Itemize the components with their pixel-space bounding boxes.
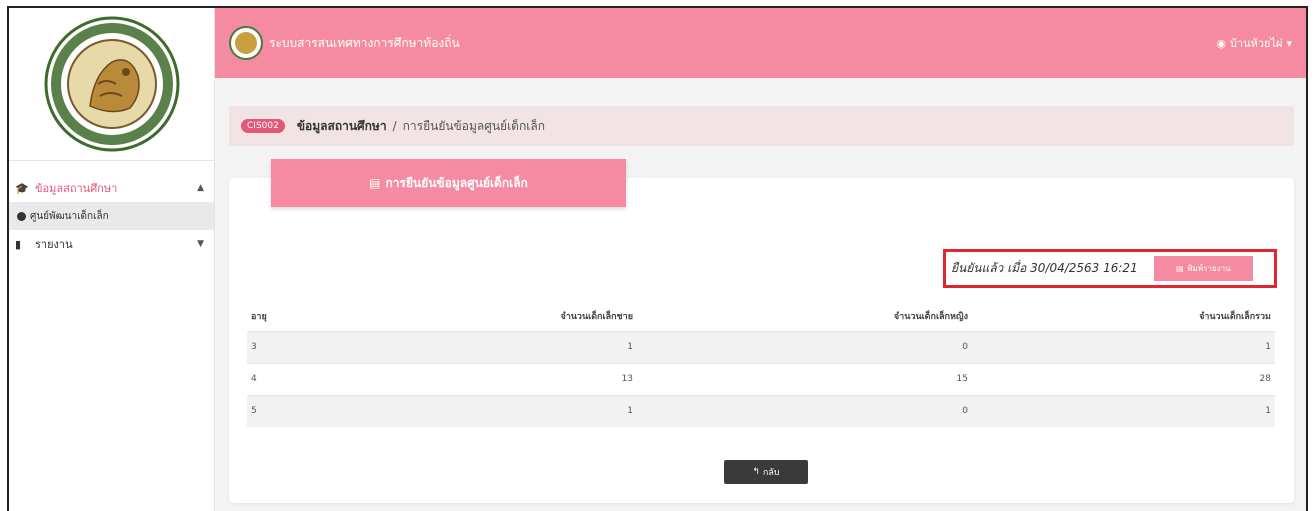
breadcrumb-current: การยืนยันข้อมูลศูนย์เด็กเล็ก xyxy=(402,118,545,133)
logo-area xyxy=(9,8,214,161)
cell-girls: 15 xyxy=(637,362,972,395)
breadcrumb-separator: / xyxy=(392,119,397,133)
confirm-card: ▤ การยืนยันข้อมูลศูนย์เด็กเล็ก ยืนยันแล้… xyxy=(229,159,1294,503)
table-row: 3 1 0 1 xyxy=(247,330,1275,363)
cell-total: 28 xyxy=(972,362,1275,395)
cell-boys: 1 xyxy=(447,330,637,363)
file-icon: ▮ xyxy=(15,237,22,251)
document-icon: ▤ xyxy=(369,176,381,190)
cell-girls: 0 xyxy=(637,394,972,427)
back-button-label: กลับ xyxy=(762,468,780,478)
sidebar-menu: 🎓 ข้อมูลสถานศึกษา ▲ ศูนย์พัฒนาเด็กเล็ก ▮… xyxy=(9,161,214,258)
confirm-status-box: ยืนยันแล้ว เมื่อ 30/04/2563 16:21 ▤ พิมพ… xyxy=(943,249,1277,288)
cell-girls: 0 xyxy=(637,330,972,363)
sidebar-subitem-label: ศูนย์พัฒนาเด็กเล็ก xyxy=(30,210,109,222)
sidebar-subitem-child-center[interactable]: ศูนย์พัฒนาเด็กเล็ก xyxy=(9,202,214,230)
print-report-button[interactable]: ▤ พิมพ์รายงาน xyxy=(1153,256,1253,281)
cell-total: 1 xyxy=(972,394,1275,427)
reply-arrow-icon: ↰ xyxy=(752,467,760,477)
children-count-table: อายุ จำนวนเด็กเล็กชาย จำนวนเด็กเล็กหญิง … xyxy=(247,301,1275,427)
column-header-boys: จำนวนเด็กเล็กชาย xyxy=(560,311,633,322)
cell-total: 1 xyxy=(972,330,1275,363)
app-title: ระบบสารสนเทศทางการศึกษาท้องถิ่น xyxy=(269,35,460,50)
user-circle-icon: ◉ xyxy=(1216,36,1226,50)
confirm-status-text: ยืนยันแล้ว เมื่อ 30/04/2563 16:21 xyxy=(951,261,1138,275)
card-title-text: การยืนยันข้อมูลศูนย์เด็กเล็ก xyxy=(385,175,528,190)
back-button[interactable]: ↰ กลับ xyxy=(724,460,808,484)
cell-age: 4 xyxy=(247,362,447,395)
sidebar-item-label: ข้อมูลสถานศึกษา xyxy=(35,182,118,195)
sidebar-item-school-info[interactable]: 🎓 ข้อมูลสถานศึกษา ▲ xyxy=(9,174,214,202)
cell-age: 3 xyxy=(247,330,447,363)
user-menu[interactable]: ◉ บ้านห้วยไผ่ ▾ xyxy=(1216,34,1292,52)
department-seal-logo xyxy=(44,16,179,152)
main-content: CIS002 ข้อมูลสถานศึกษา / การยืนยันข้อมูล… xyxy=(215,78,1306,511)
breadcrumb: CIS002 ข้อมูลสถานศึกษา / การยืนยันข้อมูล… xyxy=(229,106,1294,146)
user-name: บ้านห้วยไผ่ xyxy=(1229,37,1283,50)
column-header-girls: จำนวนเด็กเล็กหญิง xyxy=(893,311,968,322)
top-header: ระบบสารสนเทศทางการศึกษาท้องถิ่น ◉ บ้านห้… xyxy=(215,8,1306,78)
sidebar: 🎓 ข้อมูลสถานศึกษา ▲ ศูนย์พัฒนาเด็กเล็ก ▮… xyxy=(9,8,215,511)
chevron-down-icon: ▼ xyxy=(197,239,204,249)
table-row: 5 1 0 1 xyxy=(247,394,1275,427)
cell-age: 5 xyxy=(247,394,447,427)
breadcrumb-section[interactable]: ข้อมูลสถานศึกษา xyxy=(297,117,387,136)
page-code-badge: CIS002 xyxy=(241,119,285,133)
app-frame: 🎓 ข้อมูลสถานศึกษา ▲ ศูนย์พัฒนาเด็กเล็ก ▮… xyxy=(7,6,1308,511)
print-icon: ▤ xyxy=(1175,264,1184,273)
column-header-age: อายุ xyxy=(251,311,267,322)
sidebar-item-reports[interactable]: ▮ รายงาน ▼ xyxy=(9,230,214,258)
table-header-row: อายุ จำนวนเด็กเล็กชาย จำนวนเด็กเล็กหญิง … xyxy=(247,301,1275,331)
cell-boys: 1 xyxy=(447,394,637,427)
card-title: ▤ การยืนยันข้อมูลศูนย์เด็กเล็ก xyxy=(271,159,626,207)
bullet-icon xyxy=(17,211,26,221)
caret-down-icon: ▾ xyxy=(1286,36,1292,50)
graduation-cap-icon: 🎓 xyxy=(15,181,29,195)
cell-boys: 13 xyxy=(447,362,637,395)
header-seal-icon xyxy=(229,26,263,60)
chevron-up-icon: ▲ xyxy=(197,183,204,193)
table-row: 4 13 15 28 xyxy=(247,362,1275,395)
column-header-total: จำนวนเด็กเล็กรวม xyxy=(1199,311,1271,322)
print-report-label: พิมพ์รายงาน xyxy=(1187,264,1231,273)
sidebar-item-label: รายงาน xyxy=(35,238,73,251)
